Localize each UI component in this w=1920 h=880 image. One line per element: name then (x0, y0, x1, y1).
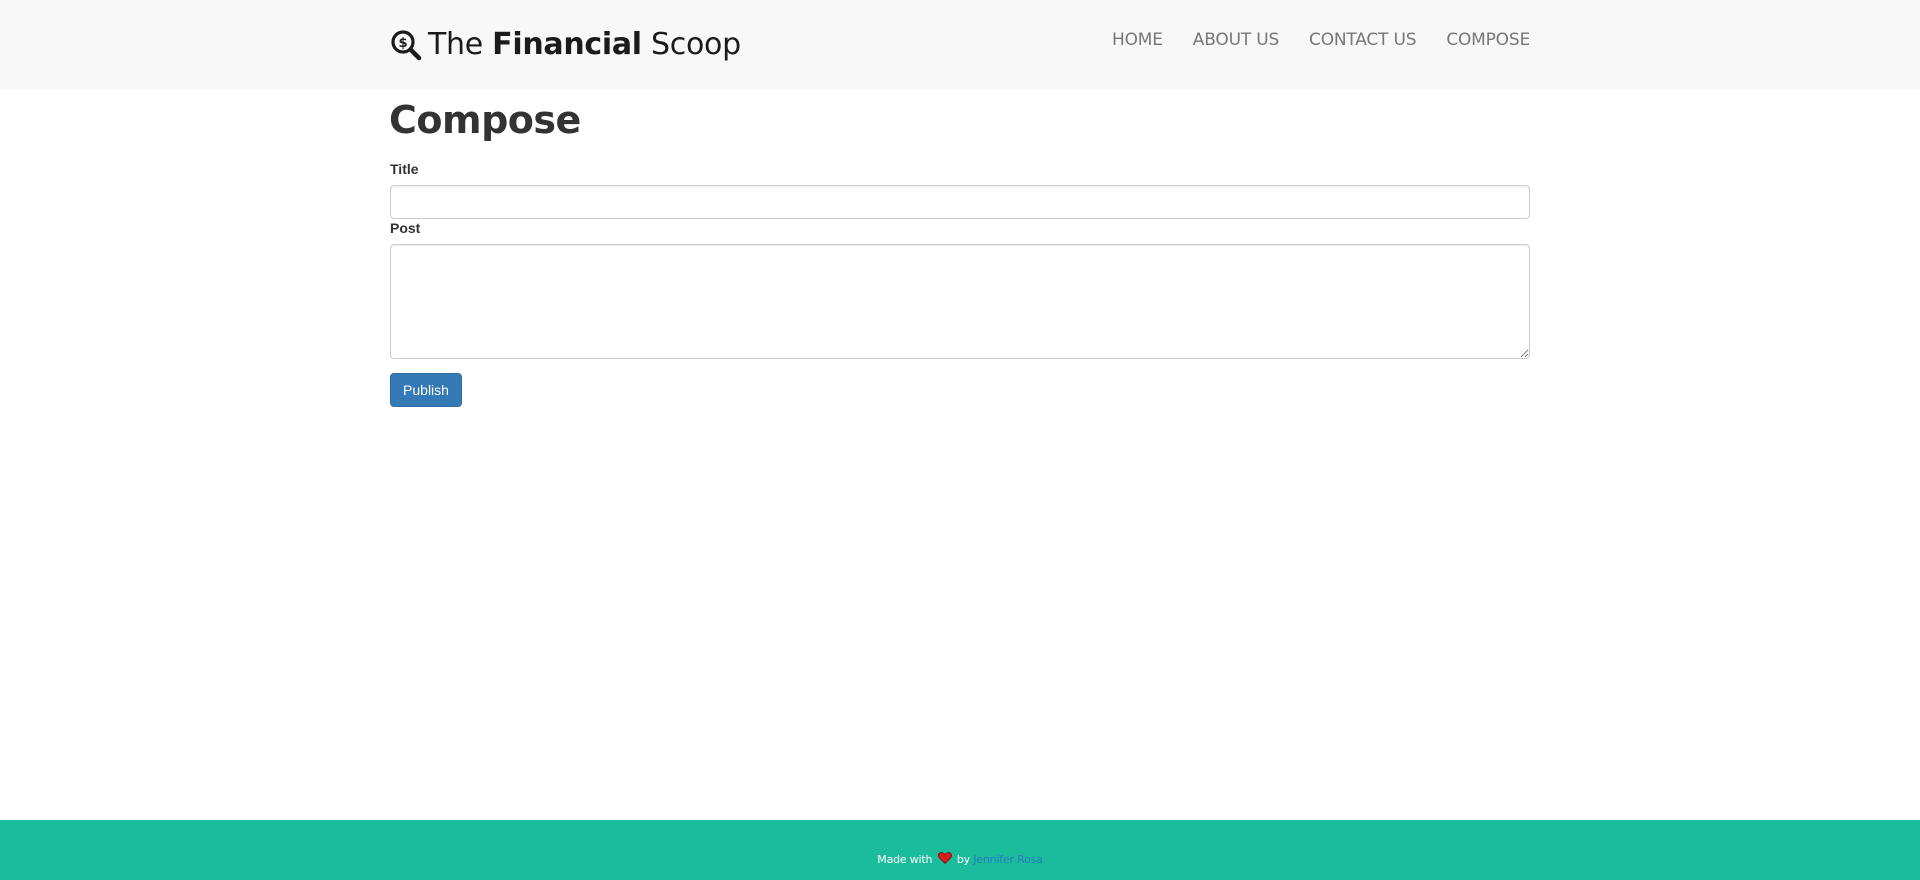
title-input[interactable] (390, 185, 1530, 219)
nav-contact-us[interactable]: CONTACT US (1309, 28, 1416, 52)
footer-made-with: Made with (877, 853, 933, 866)
main-nav: HOME ABOUT US CONTACT US COMPOSE (1112, 28, 1530, 52)
footer-by: by (956, 853, 970, 866)
nav-compose[interactable]: COMPOSE (1446, 28, 1530, 52)
brand-prefix: The (428, 27, 483, 62)
svg-text:$: $ (398, 36, 407, 51)
title-label: Title (390, 161, 419, 177)
brand-name: The Financial Scoop (428, 26, 741, 64)
author-link[interactable]: Jennifer Rosa (973, 853, 1043, 866)
nav-home[interactable]: HOME (1112, 28, 1163, 52)
brand-bold: Financial (492, 27, 642, 62)
footer-credit: Made with by Jennifer Rosa (0, 851, 1920, 869)
brand-logo-link[interactable]: $ The Financial Scoop (390, 26, 741, 64)
post-textarea[interactable] (390, 244, 1530, 359)
navbar: $ The Financial Scoop HOME ABOUT US CONT… (0, 0, 1920, 89)
footer (0, 820, 1920, 880)
post-label: Post (390, 220, 421, 236)
magnifier-dollar-icon: $ (390, 29, 422, 61)
publish-button[interactable]: Publish (390, 373, 462, 407)
nav-about-us[interactable]: ABOUT US (1193, 28, 1279, 52)
brand-suffix: Scoop (651, 27, 741, 62)
page-title: Compose (389, 98, 581, 142)
heart-icon (937, 852, 952, 865)
